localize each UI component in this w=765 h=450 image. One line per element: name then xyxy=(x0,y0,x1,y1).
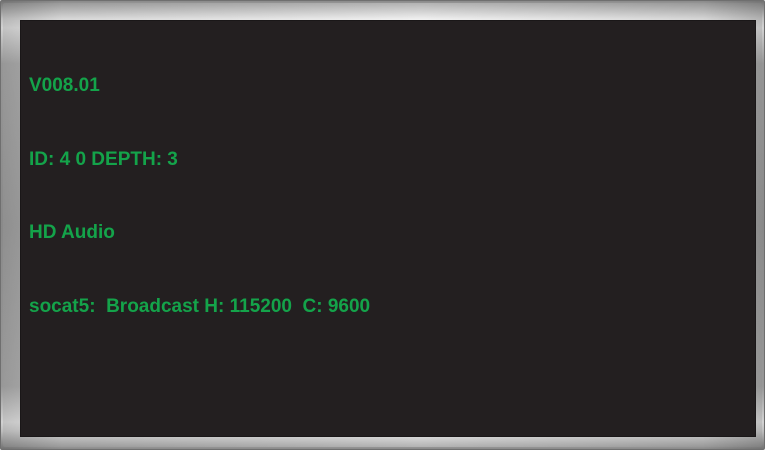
monitor-bezel: V008.01 ID: 4 0 DEPTH: 3 HD Audio socat5… xyxy=(0,0,765,450)
terminal-line-audio: HD Audio xyxy=(29,222,115,243)
terminal-output: V008.01 ID: 4 0 DEPTH: 3 HD Audio socat5… xyxy=(29,25,747,368)
display-screen: V008.01 ID: 4 0 DEPTH: 3 HD Audio socat5… xyxy=(20,20,756,437)
terminal-line-version: V008.01 xyxy=(29,75,100,96)
terminal-line-id-depth: ID: 4 0 DEPTH: 3 xyxy=(29,148,178,170)
terminal-line-socat-broadcast: socat5: Broadcast H: 115200 C: 9600 xyxy=(29,295,371,317)
